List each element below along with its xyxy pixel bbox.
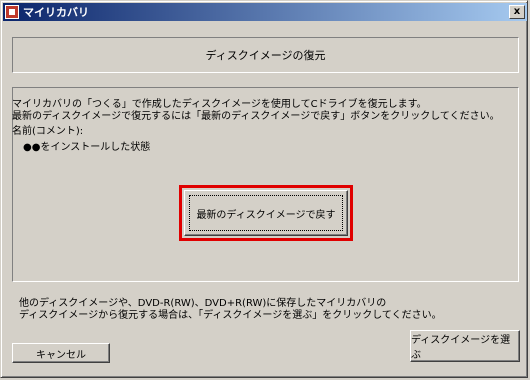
cancel-button[interactable]: キャンセル xyxy=(12,343,110,363)
close-button[interactable]: x xyxy=(509,5,525,19)
page-title: ディスクイメージの復元 xyxy=(205,49,326,62)
name-value: ●●をインストールした状態 xyxy=(23,142,151,153)
description-line-2: 最新のディスクイメージで復元するには「最新のディスクイメージで戻す」ボタンをクリ… xyxy=(12,111,500,122)
page-header: ディスクイメージの復元 xyxy=(12,37,519,73)
recovery-window: マイリカバリ x ディスクイメージの復元 マイリカバリの「つくる」で作成したディ… xyxy=(0,0,528,378)
app-icon xyxy=(5,5,19,19)
window-title: マイリカバリ xyxy=(23,6,89,19)
choose-disk-image-button[interactable]: ディスクイメージを選ぶ xyxy=(410,330,520,362)
title-bar[interactable]: マイリカバリ x xyxy=(3,3,527,21)
name-label: 名前(コメント): xyxy=(12,126,84,137)
restore-latest-button[interactable]: 最新のディスクイメージで戻す xyxy=(184,190,348,236)
footer-note-line-2: ディスクイメージから復元する場合は、「ディスクイメージを選ぶ」をクリックしてくだ… xyxy=(19,310,442,321)
